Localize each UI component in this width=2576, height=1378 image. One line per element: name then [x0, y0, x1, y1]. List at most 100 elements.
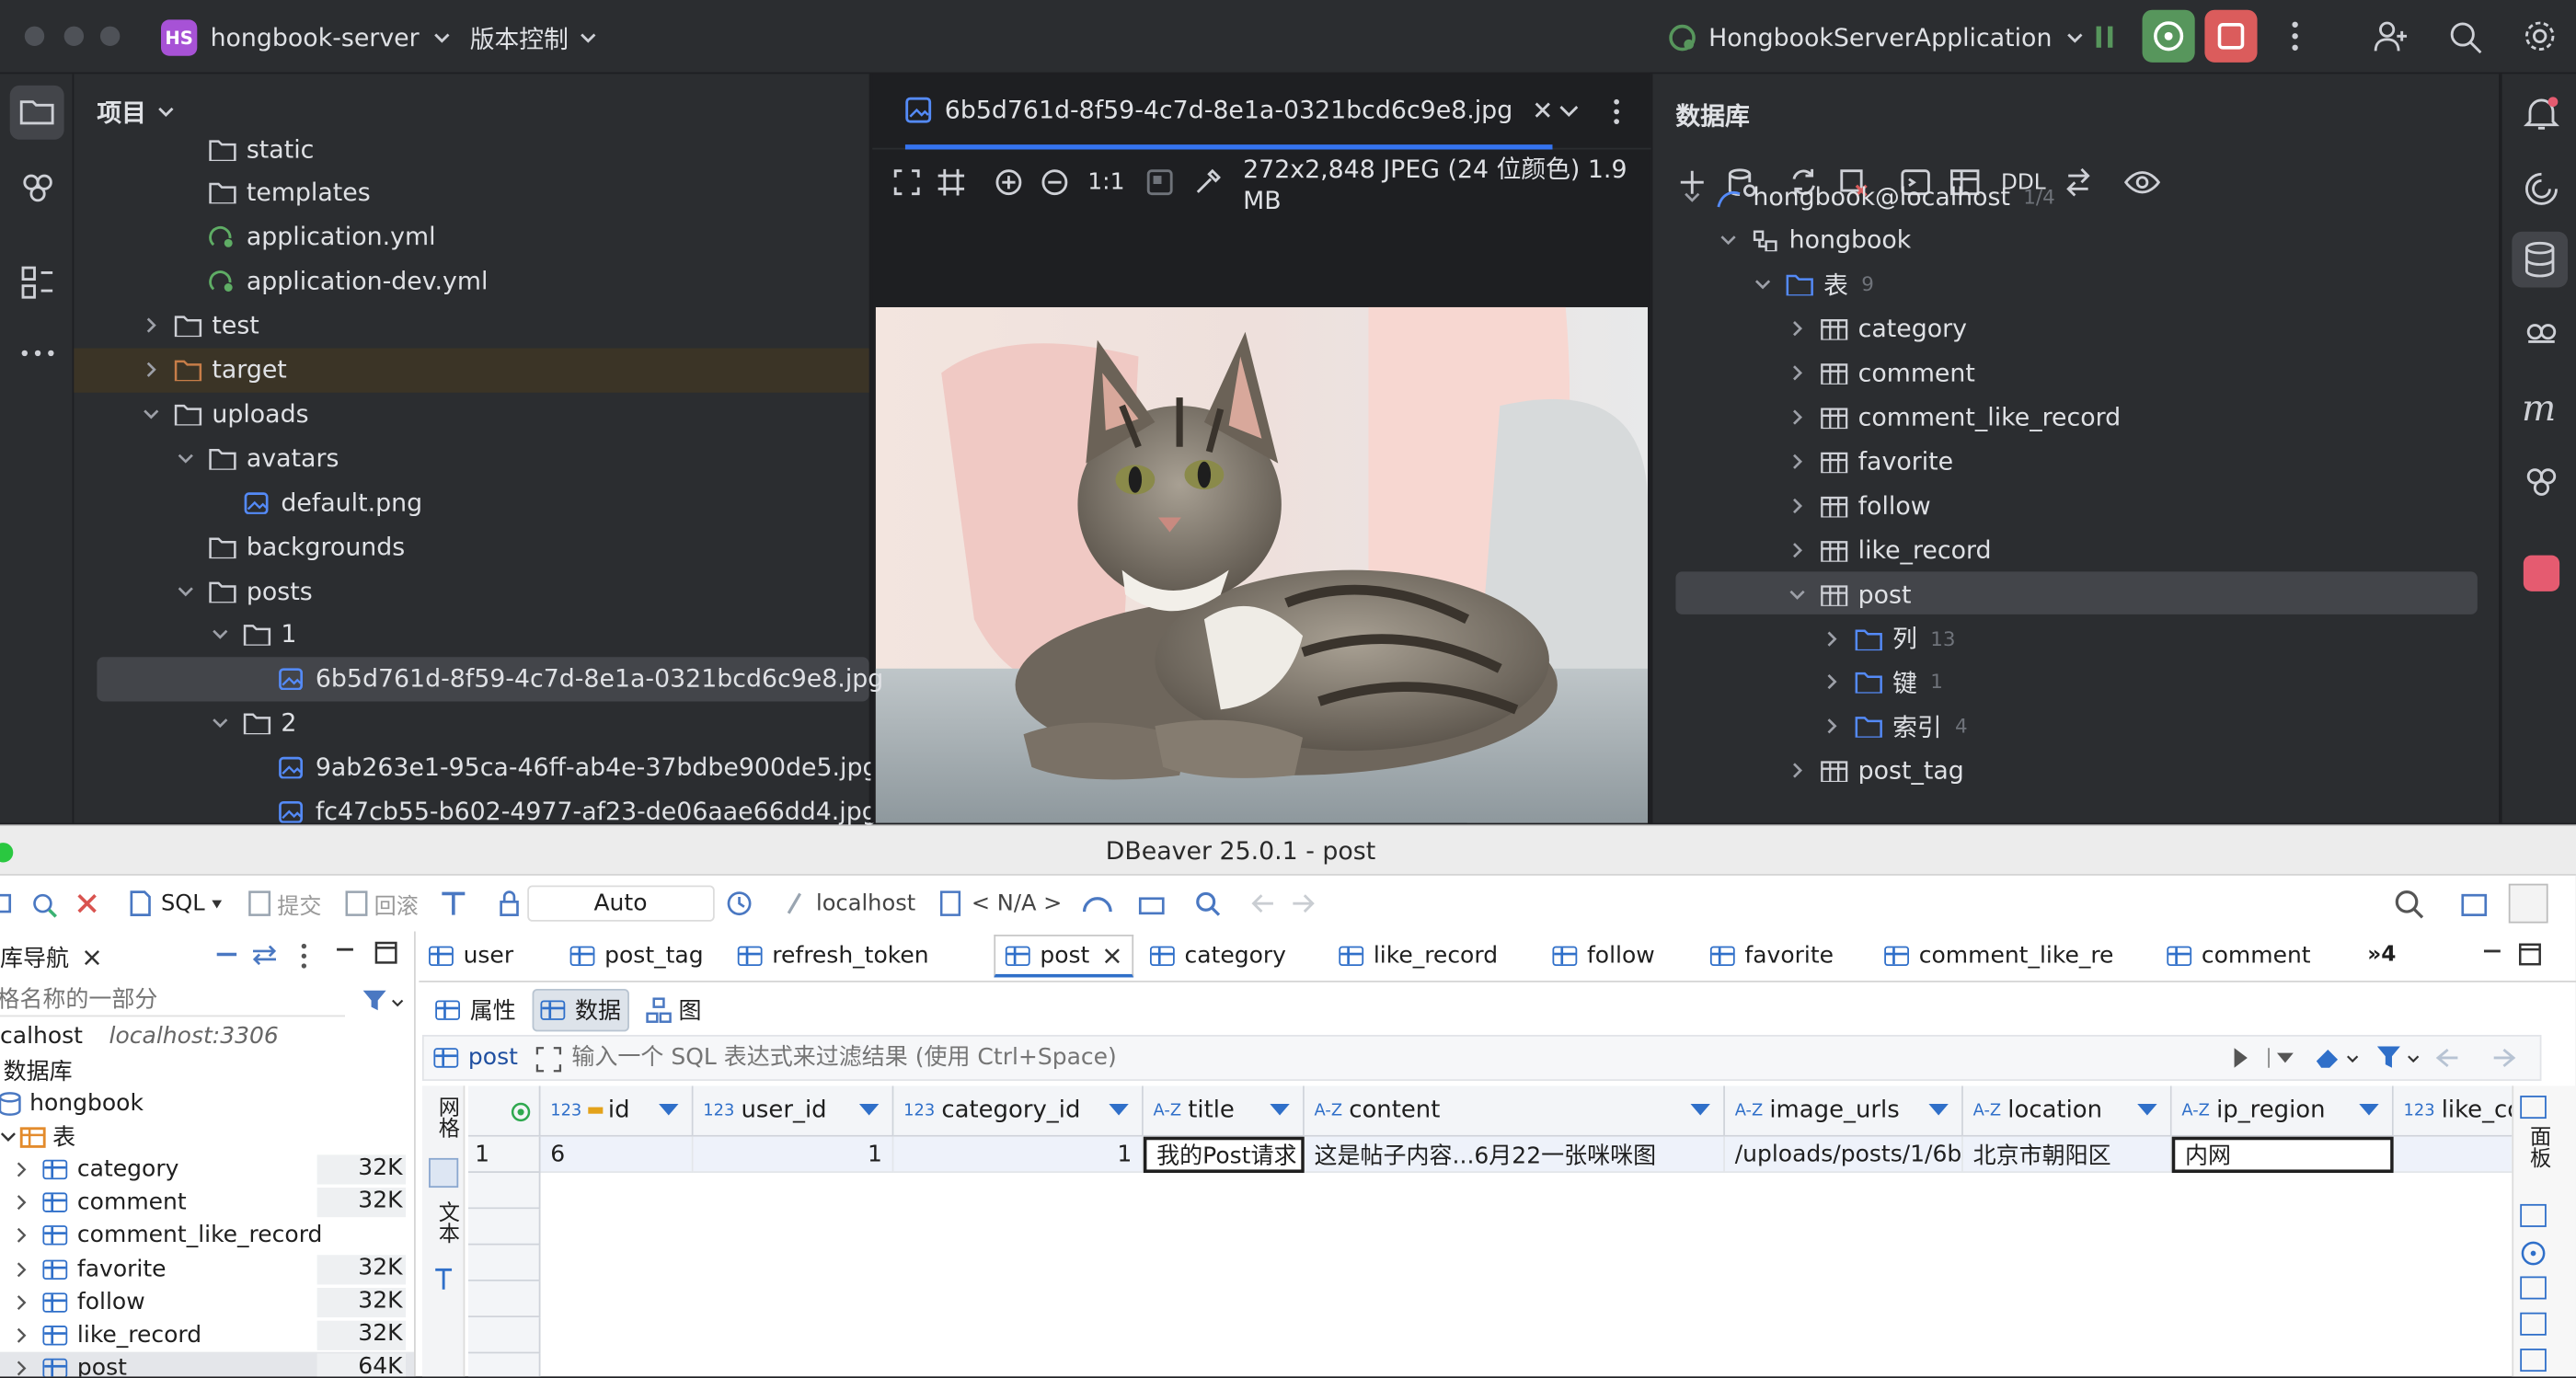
- chevron-right-icon[interactable]: [1788, 363, 1807, 383]
- sort-filter-arrow-icon[interactable]: [1270, 1103, 1290, 1116]
- disconnect-icon[interactable]: [73, 889, 102, 918]
- dropdown-arrow-icon[interactable]: [211, 899, 222, 908]
- new-connection-icon[interactable]: [29, 889, 59, 918]
- connection-node[interactable]: calhost localhost:3306: [0, 1020, 279, 1053]
- row-number-cell[interactable]: [467, 1353, 541, 1377]
- post-child-node[interactable]: 列 13: [1822, 616, 1956, 660]
- active-schema[interactable]: < N/A >: [972, 890, 1062, 917]
- table-cell[interactable]: [2393, 1136, 2513, 1173]
- minimize-view-icon[interactable]: [335, 945, 354, 961]
- chevron-right-icon[interactable]: [1822, 628, 1841, 648]
- project-tool-button[interactable]: [9, 85, 64, 140]
- chevron-right-icon[interactable]: [1788, 496, 1807, 515]
- project-tree-item[interactable]: 9ab263e1-95ca-46ff-ab4e-37bdbe900de5.jpg: [245, 745, 879, 789]
- chevron-down-icon[interactable]: [1683, 187, 1702, 206]
- editor-tab-favorite[interactable]: favorite: [1709, 936, 1834, 976]
- database-node-hongbook[interactable]: hongbook: [0, 1087, 144, 1120]
- database-tool-button[interactable]: [2512, 231, 2569, 288]
- value-panel-icon[interactable]: [2520, 1203, 2547, 1227]
- project-tree-item[interactable]: static: [176, 126, 314, 170]
- table-cell[interactable]: 6: [540, 1136, 694, 1173]
- chevron-right-icon[interactable]: [13, 1361, 29, 1377]
- more-vertical-icon[interactable]: [295, 941, 312, 970]
- chevron-down-icon[interactable]: [1788, 584, 1807, 603]
- editor-tab-post[interactable]: post: [994, 935, 1134, 978]
- column-header-location[interactable]: A-Z location: [1962, 1085, 2172, 1137]
- table-node[interactable]: comment_like_record: [1788, 395, 2121, 439]
- zoom-out-icon[interactable]: [1040, 167, 1068, 197]
- table-cell[interactable]: 北京市朝阳区: [1962, 1136, 2172, 1173]
- column-header-title[interactable]: A-Z title: [1143, 1085, 1305, 1137]
- post-child-node[interactable]: 索引 4: [1822, 705, 1968, 749]
- navigator-filter-input[interactable]: [0, 983, 345, 1017]
- filter-settings-icon[interactable]: [2375, 1045, 2425, 1072]
- more-tabs-button[interactable]: »4: [2367, 943, 2396, 968]
- editor-tab-follow[interactable]: follow: [1552, 936, 1655, 976]
- table-cell[interactable]: 这是帖子内容...6月22一张咪咪图: [1304, 1136, 1725, 1173]
- text-view-tab[interactable]: 文本: [431, 1200, 462, 1243]
- row-number-cell[interactable]: [467, 1317, 541, 1354]
- minimize-window-button[interactable]: [63, 26, 85, 46]
- column-header-image_urls[interactable]: A-Z image_urls: [1724, 1085, 1963, 1137]
- rollback-button[interactable]: 回滚: [374, 887, 419, 920]
- datasource-icon[interactable]: [783, 889, 812, 918]
- chevron-right-icon[interactable]: [13, 1294, 29, 1311]
- close-icon[interactable]: [1103, 946, 1122, 965]
- more-vertical-icon[interactable]: [1606, 97, 1626, 126]
- table-cell[interactable]: 内网: [2171, 1136, 2394, 1173]
- row-number-cell[interactable]: [467, 1172, 541, 1210]
- copilot-icon[interactable]: [2522, 312, 2561, 351]
- chevron-right-icon[interactable]: [1822, 717, 1841, 736]
- connection-node[interactable]: hongbook@localhost 1/4: [1683, 174, 2055, 218]
- zoom-window-button[interactable]: [0, 843, 14, 863]
- text-format-icon[interactable]: [432, 1267, 455, 1293]
- chevron-down-icon[interactable]: [176, 580, 195, 600]
- lock-icon[interactable]: [494, 889, 523, 918]
- notifications-bell-icon[interactable]: [2522, 94, 2561, 133]
- jump-icon[interactable]: [2063, 166, 2096, 199]
- perspective-icon[interactable]: [2459, 889, 2492, 922]
- sort-filter-arrow-icon[interactable]: [2137, 1103, 2157, 1116]
- history-icon[interactable]: [724, 889, 753, 918]
- schema-icon[interactable]: [938, 889, 965, 918]
- column-header-id[interactable]: 123 id: [540, 1085, 694, 1137]
- chevron-down-icon[interactable]: [176, 448, 195, 467]
- chevron-right-icon[interactable]: [13, 1195, 29, 1211]
- editor-tab-like_record[interactable]: like_record: [1339, 936, 1498, 976]
- transaction-mode-icon[interactable]: [438, 889, 471, 918]
- row-number-cell[interactable]: 1: [467, 1136, 541, 1173]
- editor-tab-comment[interactable]: comment: [2167, 936, 2311, 976]
- table-node[interactable]: post: [1788, 572, 1911, 616]
- column-header-content[interactable]: A-Z content: [1304, 1085, 1725, 1137]
- group-panel-icon[interactable]: [2520, 1312, 2547, 1336]
- project-view-selector[interactable]: 项目: [97, 94, 176, 130]
- chevron-right-icon[interactable]: [13, 1327, 29, 1344]
- run-config-selector[interactable]: HongbookServerApplication: [1666, 18, 2085, 58]
- zoom-in-icon[interactable]: [994, 167, 1022, 197]
- settings-gear-icon[interactable]: [2522, 18, 2558, 54]
- connect-icon[interactable]: [0, 889, 17, 918]
- forward-icon[interactable]: [1285, 889, 1318, 918]
- chevron-right-icon[interactable]: [1788, 408, 1807, 427]
- column-header-category_id[interactable]: 123 category_id: [893, 1085, 1144, 1137]
- search-icon[interactable]: [1193, 889, 1223, 918]
- project-tree-item[interactable]: avatars: [176, 436, 339, 480]
- panels-tab[interactable]: 面板: [2522, 1125, 2553, 1167]
- sql-button[interactable]: SQL: [161, 890, 205, 917]
- info-icon[interactable]: [2520, 1240, 2547, 1267]
- project-tree-item[interactable]: uploads: [142, 392, 309, 436]
- global-search-icon[interactable]: [2394, 889, 2427, 922]
- databases-node[interactable]: 数据库: [4, 1054, 73, 1087]
- more-horizontal-icon[interactable]: [19, 343, 55, 362]
- stop-button[interactable]: [2204, 9, 2258, 63]
- collapse-all-icon[interactable]: [213, 945, 240, 964]
- editor-tab-comment_like_re[interactable]: comment_like_re: [1884, 936, 2113, 976]
- auto-commit-field[interactable]: Auto: [526, 885, 715, 922]
- maximize-view-icon[interactable]: [374, 941, 397, 964]
- services-icon[interactable]: [17, 166, 59, 208]
- tables-node[interactable]: 表: [0, 1120, 75, 1154]
- project-tree-item[interactable]: backgrounds: [176, 524, 405, 568]
- chevron-right-icon[interactable]: [1822, 672, 1841, 692]
- search-icon[interactable]: [2448, 19, 2484, 55]
- maximize-view-icon[interactable]: [2518, 943, 2541, 966]
